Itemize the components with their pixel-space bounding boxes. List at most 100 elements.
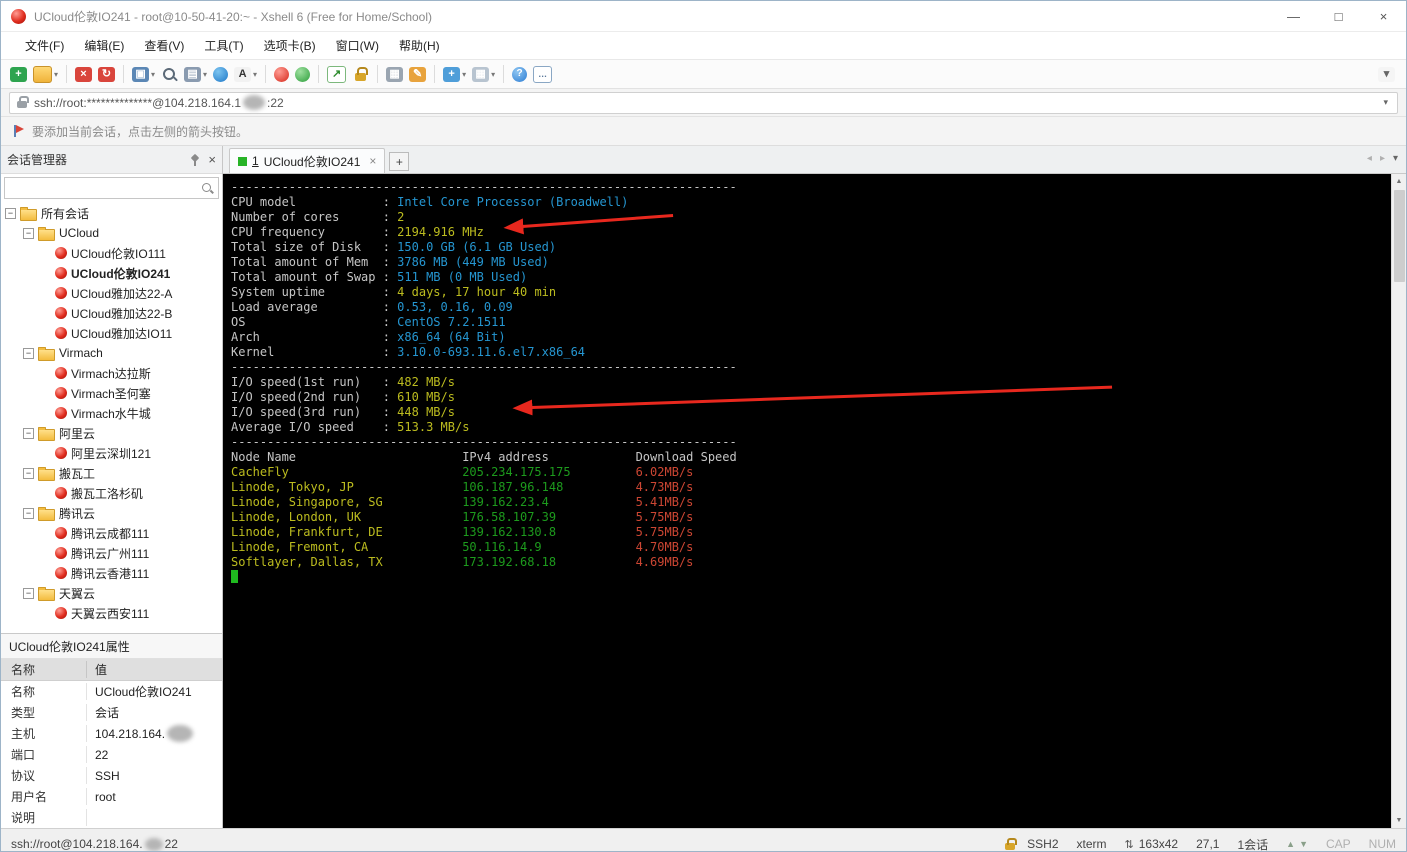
panel-close-button[interactable]: × bbox=[208, 152, 216, 167]
lock-screen-button[interactable] bbox=[349, 65, 372, 84]
window-layout-button[interactable]: ▦ ▾ bbox=[469, 65, 498, 84]
tree-item-session-tencent-guangzhou-111[interactable]: 腾讯云广州111 bbox=[1, 543, 222, 563]
menu-item-help[interactable]: 帮助(H) bbox=[389, 33, 450, 58]
terminal-line: Arch : x86_64 (64 Bit) bbox=[231, 330, 506, 344]
dropdown-arrow-icon[interactable]: ▾ bbox=[491, 70, 495, 79]
tree-item-label: Virmach圣何塞 bbox=[71, 386, 151, 401]
compose-bar-button[interactable]: ▦ bbox=[383, 65, 406, 84]
collapse-expander-icon[interactable]: − bbox=[23, 347, 34, 359]
tree-item-label: 阿里云深圳121 bbox=[71, 446, 152, 461]
collapse-expander-icon[interactable]: − bbox=[23, 427, 34, 439]
menu-item-window[interactable]: 窗口(W) bbox=[326, 33, 389, 58]
tab-arrange-button[interactable]: ▤ ▾ bbox=[181, 65, 210, 84]
property-value: SSH bbox=[95, 768, 120, 783]
tab-close-icon[interactable]: × bbox=[369, 154, 376, 168]
dropdown-arrow-icon[interactable]: ▾ bbox=[462, 70, 466, 79]
tree-item-session-aliyun-shenzhen-121[interactable]: 阿里云深圳121 bbox=[1, 443, 222, 463]
disconnect-button[interactable]: × bbox=[72, 65, 95, 84]
tab-scroll-right-icon[interactable]: ▸ bbox=[1380, 153, 1385, 164]
encoding-button[interactable] bbox=[210, 65, 231, 84]
tree-item-session-tencent-chengdu-111[interactable]: 腾讯云成都111 bbox=[1, 523, 222, 543]
tree-item-folder-virmach[interactable]: − Virmach bbox=[1, 343, 222, 363]
menu-item-edit[interactable]: 编辑(E) bbox=[74, 33, 134, 58]
menu-item-tabs[interactable]: 选项卡(B) bbox=[254, 33, 326, 58]
session-tree: − 所有会话 − UCloud UCloud伦敦IO111 UCloud伦敦IO241 UC… bbox=[1, 201, 222, 633]
help-icon: ? bbox=[512, 66, 528, 82]
terminal[interactable]: ----------------------------------------… bbox=[223, 174, 1391, 828]
xftp-button[interactable] bbox=[292, 65, 313, 84]
session-search-input[interactable] bbox=[4, 177, 219, 199]
tree-item-folder-tianyi[interactable]: − 天翼云 bbox=[1, 583, 222, 603]
highlight-button[interactable]: ✎ bbox=[406, 65, 429, 84]
terminal-cursor bbox=[231, 570, 238, 583]
dropdown-arrow-icon[interactable]: ▾ bbox=[54, 70, 58, 79]
tab-ucloud-london-io241[interactable]: 1 UCloud伦敦IO241 × bbox=[229, 148, 386, 173]
caps-lock-indicator: CAP bbox=[1325, 837, 1351, 851]
dropdown-arrow-icon[interactable]: ▾ bbox=[151, 70, 155, 79]
terminal-scrollbar[interactable]: ▲ ▼ bbox=[1391, 174, 1406, 828]
tree-item-session-virmach-dallas[interactable]: Virmach达拉斯 bbox=[1, 363, 222, 383]
menu-item-tools[interactable]: 工具(T) bbox=[194, 33, 253, 58]
tree-item-session-virmach-buffalo[interactable]: Virmach水牛城 bbox=[1, 403, 222, 423]
new-tab-button[interactable]: + bbox=[389, 152, 410, 171]
tree-item-session-ucloud-jakarta-22-a[interactable]: UCloud雅加达22-A bbox=[1, 283, 222, 303]
maximize-button[interactable]: □ bbox=[1316, 1, 1361, 31]
close-button[interactable]: × bbox=[1361, 1, 1406, 31]
toolbar-separator bbox=[265, 65, 267, 83]
tab-list-dropdown-icon[interactable]: ▾ bbox=[1393, 153, 1398, 164]
menu-item-file[interactable]: 文件(F) bbox=[15, 33, 74, 58]
message-button[interactable]: … bbox=[530, 64, 555, 85]
tree-item-folder-ucloud[interactable]: − UCloud bbox=[1, 223, 222, 243]
tree-item-session-virmach-san-jose[interactable]: Virmach圣何塞 bbox=[1, 383, 222, 403]
tree-item-session-tianyi-xian-111[interactable]: 天翼云西安111 bbox=[1, 603, 222, 623]
menu-item-view[interactable]: 查看(V) bbox=[134, 33, 194, 58]
pin-icon[interactable] bbox=[187, 153, 200, 166]
minimize-button[interactable]: — bbox=[1271, 1, 1316, 31]
duplicate-session-icon: ▣ bbox=[132, 66, 150, 82]
tree-item-session-tencent-hongkong-111[interactable]: 腾讯云香港111 bbox=[1, 563, 222, 583]
tree-item-session-bandwagon-losangeles[interactable]: 搬瓦工洛杉矶 bbox=[1, 483, 222, 503]
find-button[interactable] bbox=[158, 65, 181, 84]
encoding-icon bbox=[213, 66, 229, 82]
collapse-expander-icon[interactable]: − bbox=[23, 467, 34, 479]
tree-item-folder-tencent[interactable]: − 腾讯云 bbox=[1, 503, 222, 523]
folder-icon bbox=[38, 346, 55, 361]
tree-item-session-ucloud-london-io111[interactable]: UCloud伦敦IO111 bbox=[1, 243, 222, 263]
font-button[interactable]: A ▾ bbox=[231, 65, 260, 84]
tree-item-label: UCloud雅加达IO11 bbox=[71, 326, 173, 341]
terminal-line: Linode, Fremont, CA 50.116.14.9 4.70MB/s bbox=[231, 540, 694, 554]
address-dropdown-button[interactable]: ▾ bbox=[1380, 97, 1391, 108]
scrollbar-thumb[interactable] bbox=[1393, 190, 1405, 282]
xshell-button[interactable] bbox=[271, 65, 292, 84]
collapse-expander-icon[interactable]: − bbox=[5, 207, 16, 219]
toolbar-overflow-button[interactable]: ▾ bbox=[1375, 65, 1398, 84]
help-button[interactable]: ? bbox=[509, 65, 530, 84]
flag-icon[interactable] bbox=[11, 124, 24, 138]
previous-session-icon[interactable]: ▲ bbox=[1286, 839, 1295, 849]
dropdown-arrow-icon[interactable]: ▾ bbox=[253, 70, 257, 79]
tree-item-folder-bandwagon[interactable]: − 搬瓦工 bbox=[1, 463, 222, 483]
tree-item-session-ucloud-jakarta-22-b[interactable]: UCloud雅加达22-B bbox=[1, 303, 222, 323]
tree-item-session-ucloud-london-io241[interactable]: UCloud伦敦IO241 bbox=[1, 263, 222, 283]
tree-item-session-ucloud-jakarta-io11[interactable]: UCloud雅加达IO11 bbox=[1, 323, 222, 343]
open-session-button[interactable]: ▾ bbox=[30, 64, 61, 85]
next-session-icon[interactable]: ▼ bbox=[1299, 839, 1308, 849]
duplicate-session-button[interactable]: ▣ ▾ bbox=[129, 65, 158, 84]
collapse-expander-icon[interactable]: − bbox=[23, 587, 34, 599]
tab-scroll-left-icon[interactable]: ◂ bbox=[1367, 153, 1372, 164]
reconnect-button[interactable]: ↻ bbox=[95, 65, 118, 84]
xftp-icon bbox=[295, 66, 311, 82]
address-input[interactable]: ssh://root:**************@104.218.164.1 … bbox=[9, 91, 1398, 114]
tree-item-label: 天翼云 bbox=[59, 586, 96, 601]
tree-item-folder-aliyun[interactable]: − 阿里云 bbox=[1, 423, 222, 443]
scroll-down-icon[interactable]: ▼ bbox=[1392, 813, 1407, 828]
dropdown-arrow-icon[interactable]: ▾ bbox=[203, 70, 207, 79]
tree-item-all-sessions[interactable]: − 所有会话 bbox=[1, 203, 222, 223]
scroll-up-icon[interactable]: ▲ bbox=[1392, 174, 1407, 189]
collapse-expander-icon[interactable]: − bbox=[23, 227, 34, 239]
new-session-button[interactable]: + bbox=[7, 65, 30, 84]
collapse-expander-icon[interactable]: − bbox=[23, 507, 34, 519]
new-file-transfer-button[interactable]: + ▾ bbox=[440, 65, 469, 84]
fullscreen-button[interactable]: ↗ bbox=[324, 64, 349, 85]
tree-item-label: 所有会话 bbox=[41, 206, 90, 221]
